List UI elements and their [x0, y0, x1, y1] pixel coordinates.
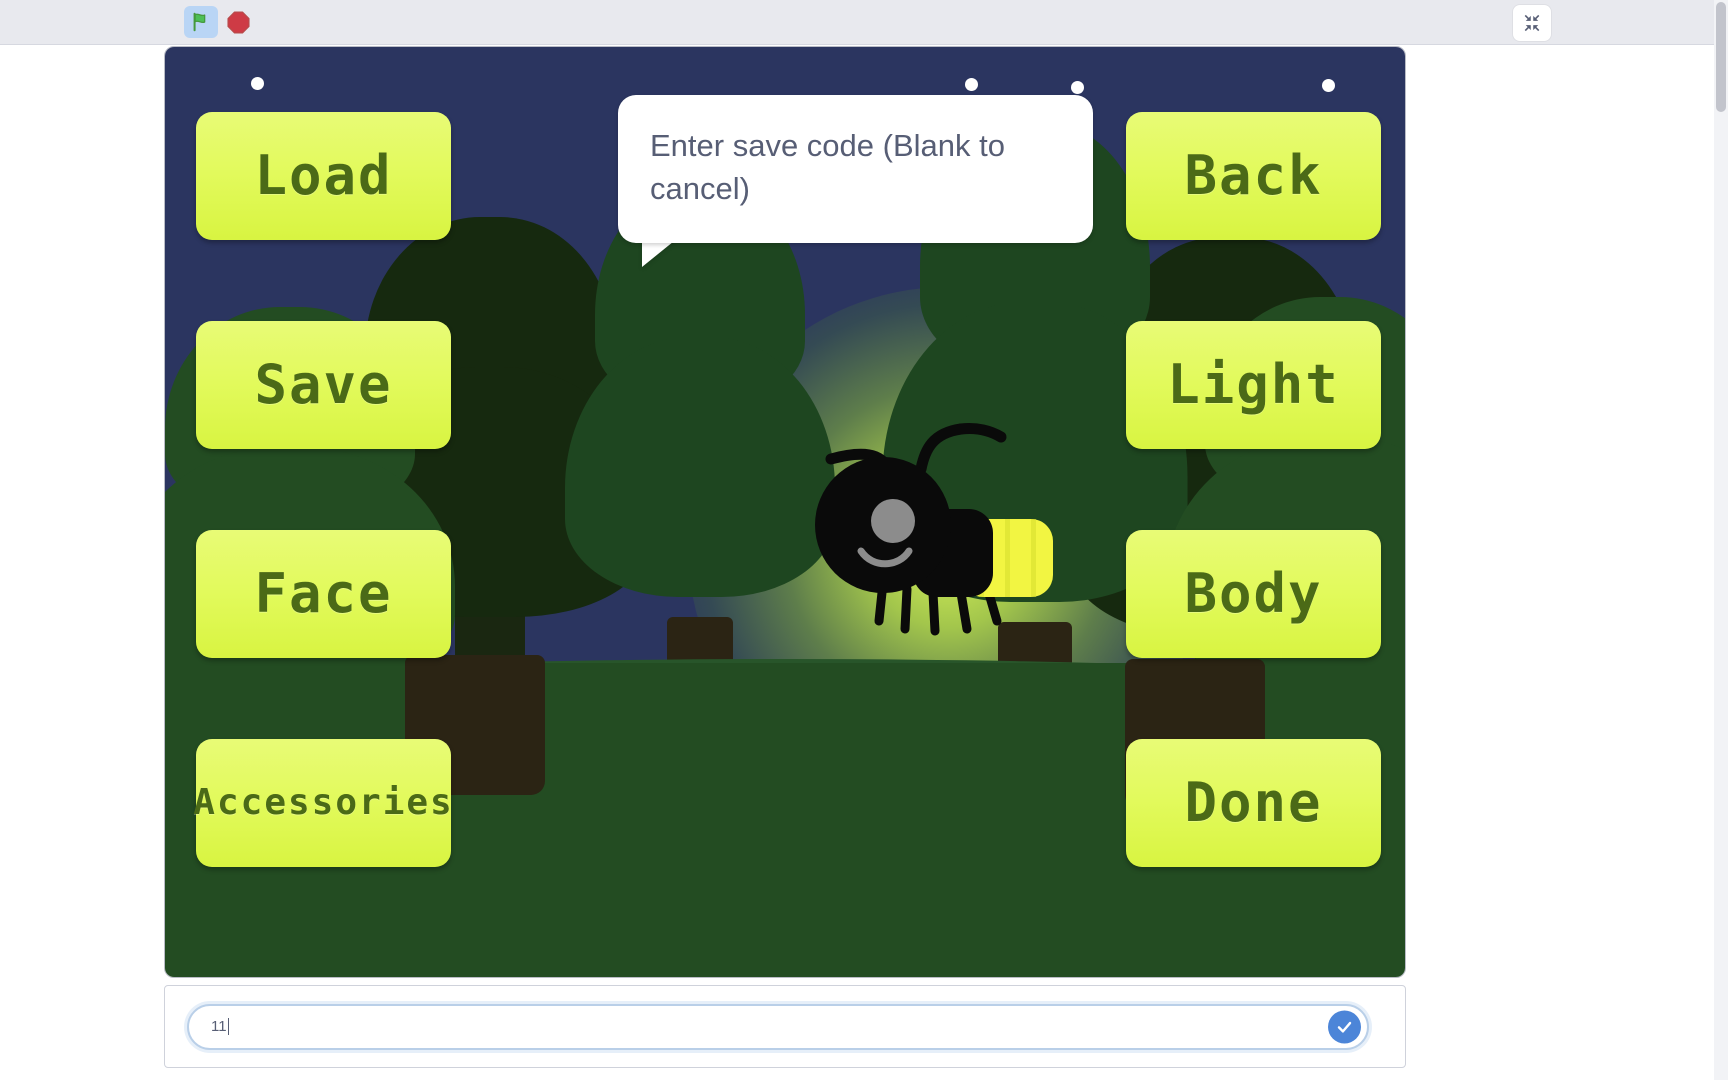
exit-fullscreen-button[interactable]	[1513, 5, 1551, 41]
load-button-label: Load	[254, 144, 393, 207]
scratch-stage[interactable]: Load Save Face Accessories Back Light Bo…	[164, 46, 1406, 978]
accessories-button-label: Accessories	[193, 782, 454, 823]
firefly-sprite[interactable]	[765, 407, 1085, 657]
load-button[interactable]: Load	[196, 112, 451, 240]
light-button[interactable]: Light	[1126, 321, 1381, 449]
done-button[interactable]: Done	[1126, 739, 1381, 867]
light-button-label: Light	[1167, 353, 1340, 416]
ask-submit-button[interactable]	[1328, 1010, 1361, 1043]
save-button-label: Save	[254, 353, 393, 416]
face-button-label: Face	[254, 562, 393, 625]
back-button-label: Back	[1184, 144, 1323, 207]
stage-canvas: Load Save Face Accessories Back Light Bo…	[165, 47, 1405, 977]
accessories-button[interactable]: Accessories	[193, 739, 454, 867]
ask-input-field[interactable]: 11	[187, 1003, 1369, 1050]
stage-controls-bar	[0, 0, 1728, 45]
scrollbar-thumb[interactable]	[1716, 2, 1726, 112]
body-button-label: Body	[1184, 562, 1323, 625]
antenna-right-icon	[915, 423, 967, 475]
save-button[interactable]: Save	[196, 321, 451, 449]
star	[1322, 79, 1335, 92]
page-scrollbar[interactable]	[1714, 0, 1728, 1080]
ask-input-bar: 11	[164, 985, 1406, 1068]
face-button[interactable]: Face	[196, 530, 451, 658]
star	[1071, 81, 1084, 94]
speech-bubble: Enter save code (Blank to cancel)	[618, 95, 1093, 243]
firefly-eye	[871, 499, 915, 543]
check-icon	[1337, 1021, 1352, 1033]
ask-input-value: 11	[211, 1018, 227, 1035]
stop-sign-icon	[227, 11, 250, 34]
speech-bubble-text: Enter save code (Blank to cancel)	[650, 128, 1005, 206]
green-flag-button[interactable]	[184, 6, 218, 38]
stop-button[interactable]	[225, 9, 252, 36]
star	[251, 77, 264, 90]
green-flag-icon	[193, 12, 206, 32]
exit-fullscreen-icon	[1524, 14, 1540, 32]
done-button-label: Done	[1184, 771, 1323, 834]
body-button[interactable]: Body	[1126, 530, 1381, 658]
star	[965, 78, 978, 91]
back-button[interactable]: Back	[1126, 112, 1381, 240]
text-caret	[227, 1018, 229, 1035]
